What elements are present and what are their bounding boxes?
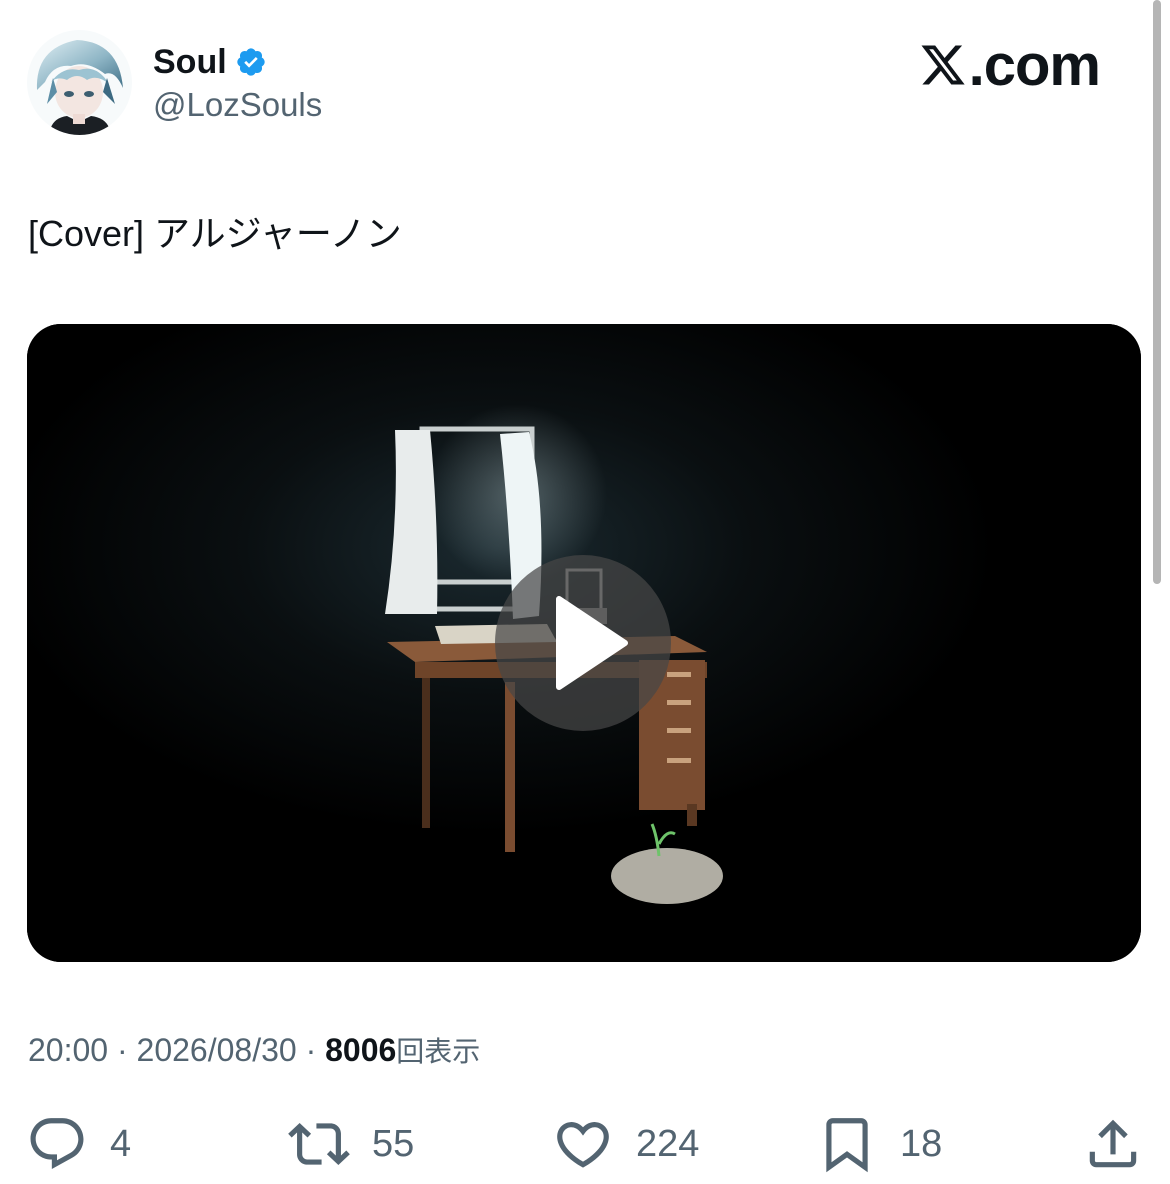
- play-icon: [556, 596, 628, 690]
- share-icon: [1089, 1119, 1137, 1168]
- bookmark-button[interactable]: 18: [816, 1112, 942, 1176]
- play-button[interactable]: [495, 555, 671, 731]
- author-name-row[interactable]: Soul: [153, 40, 267, 84]
- like-button[interactable]: 224: [552, 1112, 699, 1176]
- tweet-date[interactable]: 2026/08/30: [137, 1032, 297, 1068]
- x-logo-icon: [921, 45, 965, 85]
- repost-icon: [288, 1123, 350, 1165]
- like-count: 224: [636, 1122, 700, 1165]
- reply-count: 4: [110, 1122, 132, 1165]
- share-button[interactable]: [1082, 1112, 1144, 1176]
- heart-icon: [557, 1122, 609, 1168]
- scrollbar[interactable]: [1153, 0, 1161, 584]
- tweet-meta: 20:00 · 2026/08/30 · 8006回表示: [28, 1030, 480, 1070]
- brand-logo: .com: [919, 30, 1101, 100]
- verified-badge-icon: [237, 48, 265, 76]
- tweet-text: [Cover] アルジャーノン: [28, 213, 402, 254]
- view-count: 8006: [325, 1032, 397, 1068]
- display-name[interactable]: Soul: [153, 43, 227, 82]
- repost-button[interactable]: 55: [288, 1112, 414, 1176]
- avatar[interactable]: [27, 30, 132, 135]
- view-count-label: 回表示: [396, 1036, 481, 1067]
- tweet-time[interactable]: 20:00: [28, 1032, 108, 1068]
- bookmark-count: 18: [900, 1122, 943, 1165]
- meta-separator: ·: [108, 1032, 137, 1068]
- bookmark-icon: [826, 1118, 868, 1173]
- avatar-image: [27, 30, 132, 135]
- meta-separator: ·: [296, 1032, 326, 1068]
- reply-icon: [30, 1118, 84, 1170]
- repost-count: 55: [372, 1122, 415, 1165]
- reply-button[interactable]: 4: [26, 1112, 131, 1176]
- author-handle[interactable]: @LozSouls: [153, 86, 322, 124]
- brand-text: .com: [968, 32, 1101, 98]
